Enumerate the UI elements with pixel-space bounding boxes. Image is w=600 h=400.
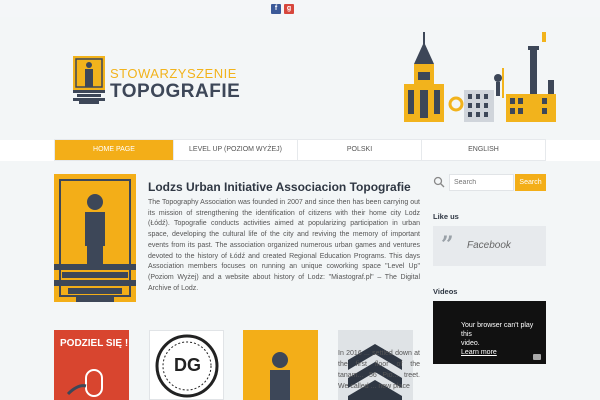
feature-image-figure[interactable] xyxy=(54,174,136,302)
article-title[interactable]: Lodzs Urban Initiative Associacion Topog… xyxy=(148,180,411,194)
like-us-title: Like us xyxy=(433,212,459,221)
mouse-hand-icon xyxy=(66,369,103,397)
figure-icon xyxy=(270,352,290,400)
google-plus-icon[interactable]: g xyxy=(284,4,294,14)
video-message-line2: video. xyxy=(461,340,480,347)
search-icon[interactable] xyxy=(433,175,445,189)
facebook-icon[interactable]: f xyxy=(271,4,281,14)
logo-line-top[interactable]: STOWARZYSZENIE xyxy=(110,66,237,81)
thumb-side-text: In 2016 ... settled down at the first fl… xyxy=(338,350,420,390)
quote-icon: ” xyxy=(441,232,454,258)
video-message-line1: Your browser can't play this xyxy=(461,322,534,338)
videos-title: Videos xyxy=(433,287,458,296)
video-control-icon[interactable] xyxy=(533,354,541,360)
thumb-figure[interactable] xyxy=(243,330,318,400)
nav-item-home[interactable]: HOME PAGE xyxy=(55,140,174,160)
article-body: The Topography Association was founded i… xyxy=(148,199,420,292)
thumb-podziel-label: PODZIEL SIĘ ! xyxy=(60,338,129,349)
nav-item-polski[interactable]: POLSKI xyxy=(298,140,422,160)
facebook-widget[interactable]: ” Facebook xyxy=(433,226,546,266)
svg-text:DG: DG xyxy=(174,355,201,375)
logo-line-bottom[interactable]: TOPOGRAFIE xyxy=(110,81,240,103)
logo-figure-icon[interactable] xyxy=(73,56,105,104)
social-bar: f g xyxy=(0,0,600,17)
nav-item-level-up[interactable]: LEVEL UP (POZIOM WYŻEJ) xyxy=(174,140,298,160)
nav-item-english[interactable]: ENGLISH xyxy=(422,140,545,160)
search-input[interactable] xyxy=(449,174,514,191)
thumb-dg-logo[interactable]: DG xyxy=(149,330,224,400)
thumb-podziel-sie[interactable]: PODZIEL SIĘ ! xyxy=(54,330,129,400)
video-message: Your browser can't play this video. Lear… xyxy=(461,321,546,357)
facebook-label[interactable]: Facebook xyxy=(467,240,511,251)
city-skyline-illustration xyxy=(404,32,556,122)
search-button[interactable]: Search xyxy=(515,174,546,191)
dg-badge-icon: DG xyxy=(155,334,219,398)
video-player[interactable]: Your browser can't play this video. Lear… xyxy=(433,301,546,364)
main-nav: HOME PAGE LEVEL UP (POZIOM WYŻEJ) POLSKI… xyxy=(54,139,546,161)
